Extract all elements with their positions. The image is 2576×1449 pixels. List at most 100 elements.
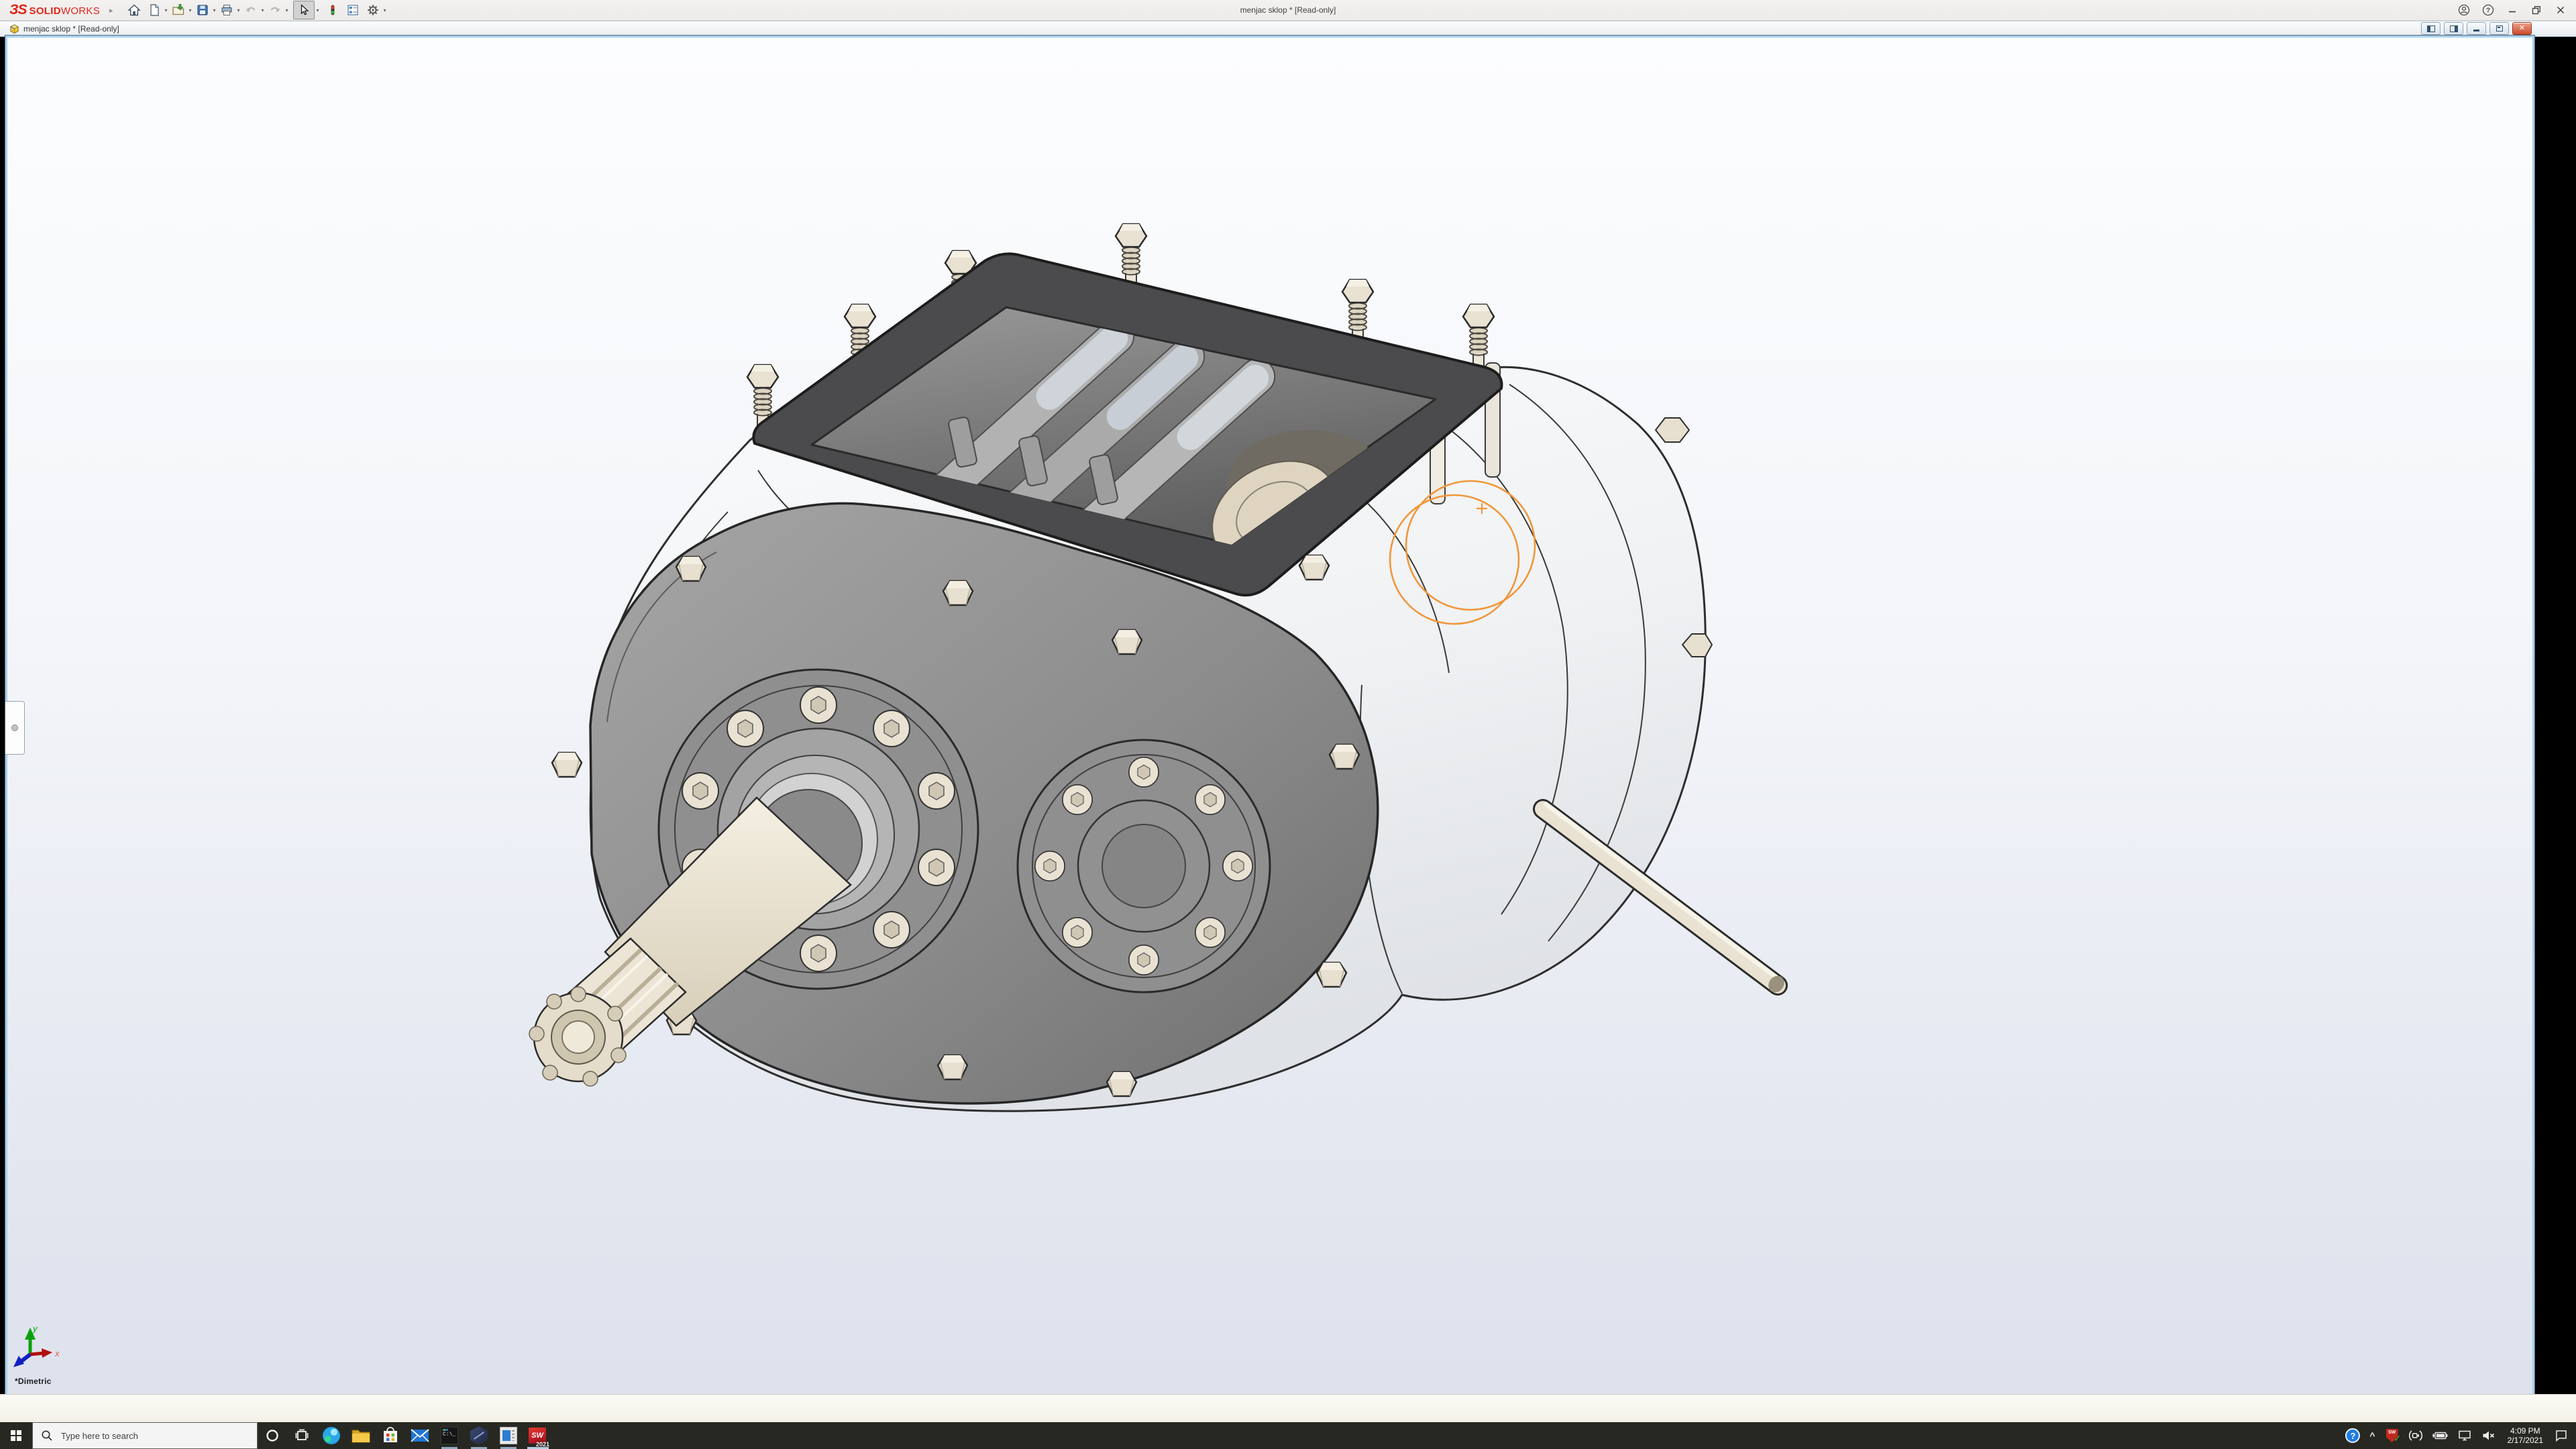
view-orientation-label: *Dimetric [15,1377,52,1386]
select-tool-button[interactable] [293,1,315,19]
save-button[interactable] [194,1,211,19]
new-document-button[interactable] [146,1,163,19]
undo-dropdown[interactable]: ▾ [260,7,266,13]
rebuild-traffic-light-icon [326,3,339,17]
help-icon: ? [2482,4,2494,16]
close-button[interactable] [2551,1,2571,19]
clock-time: 4:09 PM [2508,1426,2543,1436]
display-pane-button[interactable] [344,1,362,19]
tray-meet-now[interactable] [2404,1422,2427,1449]
clock-date: 2/17/2021 [2508,1436,2543,1445]
help-button[interactable]: ? [2478,1,2498,19]
orientation-triad[interactable]: y x [13,1324,60,1367]
network-icon [2457,1430,2472,1442]
redo-dropdown[interactable]: ▾ [284,7,290,13]
graphics-viewport[interactable]: y x [5,36,2534,1396]
taskbar-app-store[interactable] [376,1422,405,1449]
taskbar-app-solidworks[interactable]: SW 2021 [523,1422,553,1449]
doc-pane-left-button[interactable] [2421,22,2440,35]
cortana-icon [265,1428,280,1443]
taskbar-app-photos[interactable] [494,1422,523,1449]
edge-icon [323,1427,340,1444]
quick-access-toolbar: ▾ ▾ ▾ ▾ [125,0,388,20]
open-button[interactable] [170,1,187,19]
new-document-icon [148,3,161,17]
photos-app-icon [500,1427,517,1444]
store-icon [382,1427,399,1444]
options-button[interactable] [364,1,382,19]
save-dropdown[interactable]: ▾ [211,7,218,13]
tray-volume-muted[interactable] [2477,1422,2501,1449]
doc-minimize-button[interactable] [2467,22,2486,35]
system-tray: ? ^ SW ✓ [2341,1422,2576,1449]
tray-help-button[interactable]: ? [2341,1422,2365,1449]
taskbar-app-edge[interactable] [317,1422,346,1449]
tray-show-hidden-icons[interactable]: ^ [2365,1422,2379,1449]
camera-icon [2409,1429,2422,1442]
search-input[interactable] [60,1430,230,1442]
menu-expand-arrow[interactable]: ▸ [109,6,113,15]
taskbar-search[interactable] [32,1422,258,1449]
tray-solidworks-agent[interactable]: SW ✓ [2380,1422,2404,1449]
tray-network[interactable] [2453,1422,2477,1449]
green-check-icon: ✓ [2394,1433,2402,1444]
triad-x-label: x [54,1348,60,1358]
account-button[interactable] [2454,1,2474,19]
redo-icon [268,3,282,17]
cortana-button[interactable] [258,1422,287,1449]
logo-mark: ЗS [9,2,27,18]
tray-battery[interactable] [2427,1422,2453,1449]
taskbar-app-hexagon-tool[interactable] [464,1422,494,1449]
windows-logo-icon [11,1430,21,1441]
task-view-button[interactable] [287,1422,317,1449]
pane-left-icon [2427,25,2435,32]
file-explorer-icon [352,1428,370,1444]
select-tool-dropdown[interactable]: ▾ [315,7,321,13]
solidworks-2021-icon: SW 2021 [528,1426,548,1446]
gearbox-model[interactable]: y x [13,224,1788,1367]
output-cover-flange[interactable] [1018,740,1270,992]
taskbar-app-file-explorer[interactable] [346,1422,376,1449]
gearbox-model-canvas[interactable]: y x [7,38,2528,1390]
options-dropdown[interactable]: ▾ [382,7,388,13]
search-icon [41,1430,53,1442]
close-icon [2555,5,2566,15]
gear-icon [366,3,380,17]
triad-y-label: y [32,1324,38,1334]
mail-icon [411,1428,429,1443]
open-icon [172,3,185,17]
home-icon [127,3,141,17]
action-center-button[interactable] [2550,1422,2576,1449]
open-dropdown[interactable]: ▾ [187,7,194,13]
assembly-document-icon [9,24,19,34]
document-window-controls: ✕ [2421,22,2532,35]
undo-button[interactable] [242,1,260,19]
select-cursor-icon [297,3,311,17]
feature-manager-collapsed-tab[interactable] [5,701,25,755]
new-document-dropdown[interactable]: ▾ [163,7,170,13]
print-button[interactable] [218,1,235,19]
redo-button[interactable] [266,1,284,19]
doc-pane-right-button[interactable] [2444,22,2463,35]
home-button[interactable] [125,1,143,19]
print-dropdown[interactable]: ▾ [235,7,242,13]
restore-button[interactable] [2526,1,2546,19]
tray-clock[interactable]: 4:09 PM 2/17/2021 [2501,1426,2550,1445]
solidworks-logo: ЗS SOLID WORKS [9,2,100,18]
doc-close-button[interactable]: ✕ [2512,22,2532,35]
rebuild-button[interactable] [324,1,341,19]
taskbar: C:\_ SW 2021 ? ^ SW ✓ [0,1422,2576,1449]
battery-icon [2432,1430,2448,1441]
taskbar-app-mail[interactable] [405,1422,435,1449]
status-bar [0,1394,2576,1423]
minimize-icon [2507,5,2518,15]
start-button[interactable] [0,1422,32,1449]
panel-handle-icon [11,724,18,731]
minimize-button[interactable] [2502,1,2522,19]
document-titlebar: menjac sklop * [Read-only] [0,21,2576,37]
display-pane-icon [346,3,360,17]
doc-minimize-icon [2473,30,2479,32]
doc-restore-icon [2496,25,2503,32]
taskbar-app-command-prompt[interactable]: C:\_ [435,1422,464,1449]
doc-restore-button[interactable] [2489,22,2509,35]
